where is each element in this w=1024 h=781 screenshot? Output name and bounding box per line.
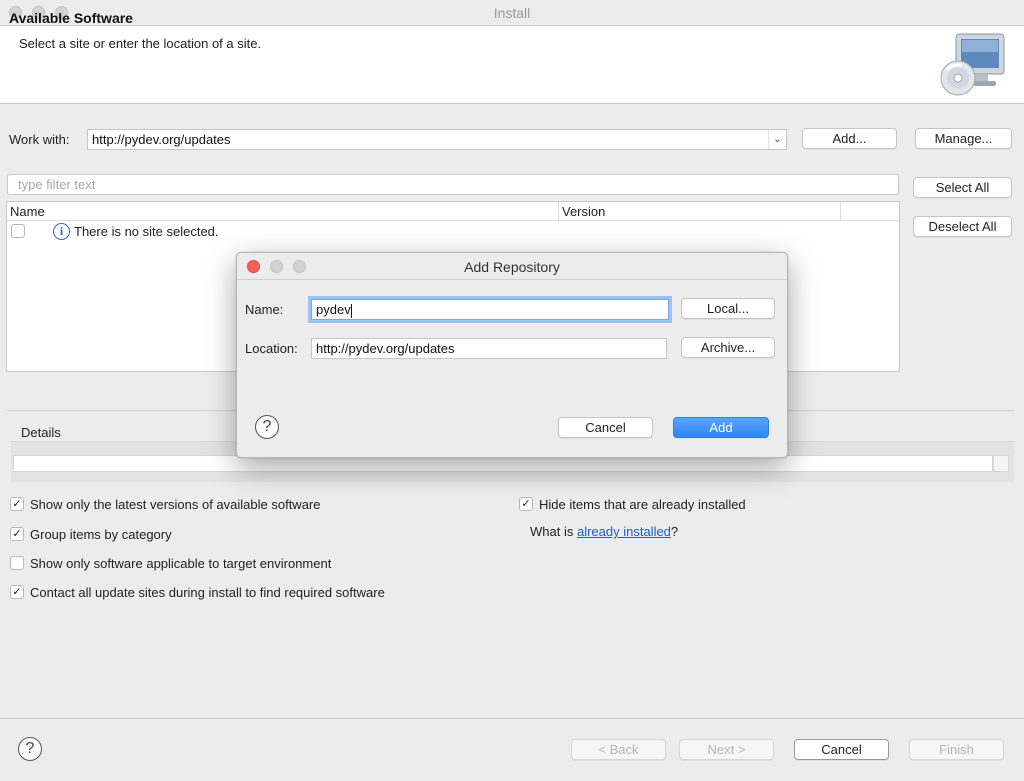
latest-versions-label: Show only the latest versions of availab…: [30, 497, 321, 512]
repo-location-label: Location:: [245, 341, 298, 356]
work-with-value: http://pydev.org/updates: [92, 132, 231, 147]
add-site-button[interactable]: Add...: [802, 128, 897, 149]
cancel-button[interactable]: Cancel: [794, 739, 889, 760]
details-label: Details: [21, 425, 61, 440]
dialog-titlebar: Add Repository: [237, 253, 787, 279]
dialog-title: Add Repository: [464, 259, 560, 275]
table-header: Name Version: [7, 202, 899, 221]
manage-sites-button[interactable]: Manage...: [915, 128, 1012, 149]
local-button[interactable]: Local...: [681, 298, 775, 319]
dialog-title-divider: [237, 279, 787, 280]
next-button[interactable]: Next >: [679, 739, 774, 760]
column-divider: [840, 202, 841, 220]
dialog-help-icon[interactable]: ?: [255, 415, 279, 439]
page-title: Available Software: [9, 10, 133, 26]
repo-location-value: http://pydev.org/updates: [316, 341, 455, 356]
latest-versions-checkbox[interactable]: ✓: [10, 497, 24, 511]
repo-name-value: pydev: [316, 302, 351, 317]
hide-installed-checkbox[interactable]: ✓: [519, 497, 533, 511]
info-icon: i: [53, 223, 70, 240]
details-scrollbar[interactable]: [993, 455, 1009, 472]
group-by-category-label: Group items by category: [30, 527, 172, 542]
repo-name-label: Name:: [245, 302, 284, 317]
page-subtitle: Select a site or enter the location of a…: [19, 36, 262, 51]
window-title: Install: [493, 5, 531, 21]
finish-button[interactable]: Finish: [909, 739, 1004, 760]
dialog-zoom-button[interactable]: [293, 260, 306, 273]
repo-location-input[interactable]: http://pydev.org/updates: [311, 338, 667, 359]
filter-input[interactable]: type filter text: [7, 174, 899, 195]
column-divider: [558, 202, 559, 220]
what-is-prefix: What is: [530, 524, 577, 539]
text-cursor: [350, 303, 352, 318]
row-text: There is no site selected.: [74, 224, 219, 239]
archive-button[interactable]: Archive...: [681, 337, 775, 358]
target-environment-label: Show only software applicable to target …: [30, 556, 332, 571]
column-header-version[interactable]: Version: [562, 204, 605, 219]
table-row[interactable]: i There is no site selected.: [7, 222, 899, 242]
dialog-cancel-button[interactable]: Cancel: [558, 417, 653, 438]
filter-placeholder: type filter text: [18, 177, 96, 192]
help-icon[interactable]: ?: [18, 737, 42, 761]
contact-update-sites-label: Contact all update sites during install …: [30, 585, 385, 600]
select-all-button[interactable]: Select All: [913, 177, 1012, 198]
column-header-name[interactable]: Name: [10, 204, 45, 219]
target-environment-checkbox[interactable]: [10, 556, 24, 570]
back-button[interactable]: < Back: [571, 739, 666, 760]
dialog-add-button[interactable]: Add: [673, 417, 769, 438]
work-with-label: Work with:: [9, 132, 70, 147]
row-checkbox[interactable]: [11, 224, 25, 238]
window-titlebar: Install: [0, 0, 1024, 26]
deselect-all-button[interactable]: Deselect All: [913, 216, 1012, 237]
footer-divider: [0, 718, 1024, 719]
repo-name-input[interactable]: pydev: [311, 299, 669, 320]
cd-monitor-icon: [938, 32, 1008, 100]
dialog-minimize-button[interactable]: [270, 260, 283, 273]
already-installed-link[interactable]: already installed: [577, 524, 671, 539]
work-with-combo[interactable]: http://pydev.org/updates: [87, 129, 787, 150]
chevron-down-icon[interactable]: ⌄: [768, 130, 786, 149]
contact-update-sites-checkbox[interactable]: ✓: [10, 585, 24, 599]
hide-installed-label: Hide items that are already installed: [539, 497, 746, 512]
what-is-installed-text: What is already installed?: [530, 524, 678, 539]
what-is-suffix: ?: [670, 524, 679, 539]
add-repository-dialog: Add Repository Name: pydev Local... Loca…: [236, 252, 788, 458]
group-by-category-checkbox[interactable]: ✓: [10, 527, 24, 541]
dialog-close-button[interactable]: [247, 260, 260, 273]
